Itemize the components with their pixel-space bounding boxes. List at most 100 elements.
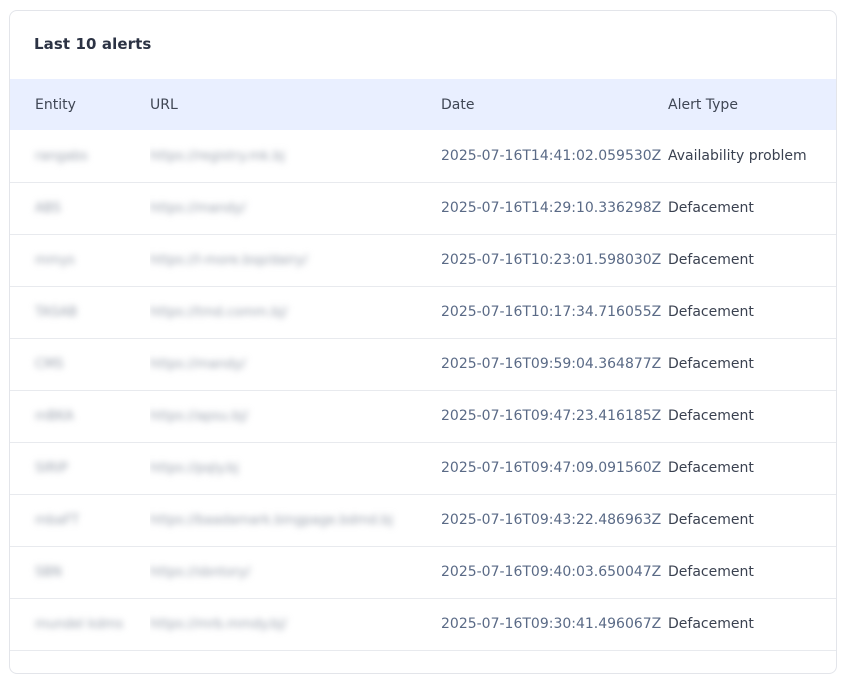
alert-type-cell: Defacement bbox=[668, 598, 836, 650]
alert-type-cell: Availability problem bbox=[668, 130, 836, 182]
column-header-alert-type[interactable]: Alert Type bbox=[668, 79, 836, 130]
entity-name-redacted: mmys bbox=[35, 253, 75, 268]
alert-date: 2025-07-16T09:59:04.364877Z bbox=[441, 356, 662, 372]
alert-date: 2025-07-16T09:47:23.416185Z bbox=[441, 408, 662, 424]
alert-date: 2025-07-16T14:41:02.059530Z bbox=[441, 147, 662, 164]
alert-date: 2025-07-16T09:30:41.496067Z bbox=[441, 616, 662, 632]
alert-type: Defacement bbox=[668, 356, 754, 372]
entity-name-redacted: CMS bbox=[35, 357, 64, 372]
alert-date: 2025-07-16T10:23:01.598030Z bbox=[441, 252, 662, 268]
alert-date: 2025-07-16T09:40:03.650047Z bbox=[441, 564, 662, 580]
entity-name-redacted: mBKA bbox=[35, 409, 74, 424]
entity-cell: mundel kdms bbox=[10, 598, 150, 650]
entity-name-redacted: ABS bbox=[35, 201, 61, 216]
table-row[interactable]: CMS https://mandy/2025-07-16T09:59:04.364… bbox=[10, 338, 836, 390]
date-cell: 2025-07-16T14:41:02.059530Z bbox=[441, 130, 668, 182]
alert-type-cell: Defacement bbox=[668, 338, 836, 390]
date-cell: 2025-07-16T10:23:01.598030Z bbox=[441, 234, 668, 286]
alert-type: Defacement bbox=[668, 252, 754, 268]
alert-type: Availability problem bbox=[668, 147, 807, 164]
date-cell: 2025-07-16T10:17:34.716055Z bbox=[441, 286, 668, 338]
url-cell: https://registry.mk.bj bbox=[150, 130, 441, 182]
url-link-redacted[interactable]: https://tmd.comm.bj/ bbox=[150, 305, 288, 320]
date-cell: 2025-07-16T09:40:03.650047Z bbox=[441, 546, 668, 598]
entity-cell: CMS bbox=[10, 338, 150, 390]
alert-type-cell: Defacement bbox=[668, 494, 836, 546]
alert-date: 2025-07-16T10:17:34.716055Z bbox=[441, 304, 662, 320]
alert-type-cell: Defacement bbox=[668, 546, 836, 598]
alert-type: Defacement bbox=[668, 512, 754, 528]
url-cell: https://mandy/ bbox=[150, 338, 441, 390]
table-row[interactable]: mBKA https://apsu.bj/2025-07-16T09:47:23.… bbox=[10, 390, 836, 442]
alert-type-cell: Defacement bbox=[668, 390, 836, 442]
table-row[interactable]: mundel kdms https://mrb.mmdy.bj/2025-07-1… bbox=[10, 598, 836, 650]
alert-type: Defacement bbox=[668, 200, 754, 216]
entity-name-redacted: mbaFT bbox=[35, 513, 80, 528]
entity-cell: rangabs bbox=[10, 130, 150, 182]
table-header-row: Entity URL Date Alert Type bbox=[10, 79, 836, 130]
url-cell: https://mrb.mmdy.bj/ bbox=[150, 598, 441, 650]
table-row[interactable]: mmys https://l-more.bsp/dairy/2025-07-16T… bbox=[10, 234, 836, 286]
alerts-table: Entity URL Date Alert Type rangabs https:… bbox=[10, 79, 836, 651]
table-body: rangabs https://registry.mk.bj 2025-07-16T… bbox=[10, 130, 836, 650]
url-cell: https://pqly.bj bbox=[150, 442, 441, 494]
url-link-redacted[interactable]: https://l-more.bsp/dairy/ bbox=[150, 253, 308, 268]
alert-type: Defacement bbox=[668, 616, 754, 632]
alert-type: Defacement bbox=[668, 564, 754, 580]
url-link-redacted[interactable]: https://mandy/ bbox=[150, 201, 246, 216]
alert-type: Defacement bbox=[668, 460, 754, 476]
entity-name-redacted: SBN bbox=[35, 565, 62, 580]
column-header-date[interactable]: Date bbox=[441, 79, 668, 130]
date-cell: 2025-07-16T09:30:41.496067Z bbox=[441, 598, 668, 650]
url-cell: https://mandy/ bbox=[150, 182, 441, 234]
column-header-url[interactable]: URL bbox=[150, 79, 441, 130]
date-cell: 2025-07-16T09:47:09.091560Z bbox=[441, 442, 668, 494]
alert-type-cell: Defacement bbox=[668, 442, 836, 494]
table-row[interactable]: ABS https://mandy/2025-07-16T14:29:10.336… bbox=[10, 182, 836, 234]
card-title: Last 10 alerts bbox=[34, 35, 152, 53]
url-link-redacted[interactable]: https://mandy/ bbox=[150, 357, 246, 372]
entity-cell: SIRIP bbox=[10, 442, 150, 494]
url-link-redacted[interactable]: https://apsu.bj/ bbox=[150, 409, 248, 424]
url-link-redacted[interactable]: https://registry.mk.bj bbox=[150, 149, 285, 164]
table-row[interactable]: SBN https://sbntory/2025-07-16T09:40:03.6… bbox=[10, 546, 836, 598]
alert-type: Defacement bbox=[668, 408, 754, 424]
entity-cell: TASAB bbox=[10, 286, 150, 338]
table-row[interactable]: TASAB https://tmd.comm.bj/2025-07-16T10:1… bbox=[10, 286, 836, 338]
entity-cell: mbaFT bbox=[10, 494, 150, 546]
url-cell: https://l-more.bsp/dairy/ bbox=[150, 234, 441, 286]
entity-name-redacted: SIRIP bbox=[35, 461, 68, 476]
entity-cell: SBN bbox=[10, 546, 150, 598]
entity-cell: ABS bbox=[10, 182, 150, 234]
table-row[interactable]: rangabs https://registry.mk.bj 2025-07-16T… bbox=[10, 130, 836, 182]
alerts-card: Last 10 alerts Entity URL Date Alert Typ… bbox=[9, 10, 837, 674]
column-header-entity[interactable]: Entity bbox=[10, 79, 150, 130]
entity-cell: mmys bbox=[10, 234, 150, 286]
url-link-redacted[interactable]: https://pqly.bj bbox=[150, 461, 239, 476]
alert-date: 2025-07-16T14:29:10.336298Z bbox=[441, 200, 662, 216]
alert-type-cell: Defacement bbox=[668, 286, 836, 338]
date-cell: 2025-07-16T09:43:22.486963Z bbox=[441, 494, 668, 546]
alert-type-cell: Defacement bbox=[668, 182, 836, 234]
alert-type: Defacement bbox=[668, 304, 754, 320]
url-link-redacted[interactable]: https://baadamark.bingpage.bdmd.bj bbox=[150, 513, 393, 528]
url-cell: https://baadamark.bingpage.bdmd.bj bbox=[150, 494, 441, 546]
entity-name-redacted: mundel kdms bbox=[35, 617, 124, 632]
table-row[interactable]: mbaFT https://baadamark.bingpage.bdmd.bj 2… bbox=[10, 494, 836, 546]
url-cell: https://sbntory/ bbox=[150, 546, 441, 598]
alert-date: 2025-07-16T09:43:22.486963Z bbox=[441, 512, 662, 528]
table-header: Entity URL Date Alert Type bbox=[10, 79, 836, 130]
date-cell: 2025-07-16T14:29:10.336298Z bbox=[441, 182, 668, 234]
url-link-redacted[interactable]: https://sbntory/ bbox=[150, 565, 250, 580]
table-row[interactable]: SIRIP https://pqly.bj 2025-07-16T09:47:09.… bbox=[10, 442, 836, 494]
entity-name-redacted: TASAB bbox=[35, 305, 78, 320]
entity-name-redacted: rangabs bbox=[35, 148, 88, 164]
alert-type-cell: Defacement bbox=[668, 234, 836, 286]
date-cell: 2025-07-16T09:59:04.364877Z bbox=[441, 338, 668, 390]
url-link-redacted[interactable]: https://mrb.mmdy.bj/ bbox=[150, 617, 287, 632]
url-cell: https://tmd.comm.bj/ bbox=[150, 286, 441, 338]
url-cell: https://apsu.bj/ bbox=[150, 390, 441, 442]
date-cell: 2025-07-16T09:47:23.416185Z bbox=[441, 390, 668, 442]
alert-date: 2025-07-16T09:47:09.091560Z bbox=[441, 460, 662, 476]
entity-cell: mBKA bbox=[10, 390, 150, 442]
